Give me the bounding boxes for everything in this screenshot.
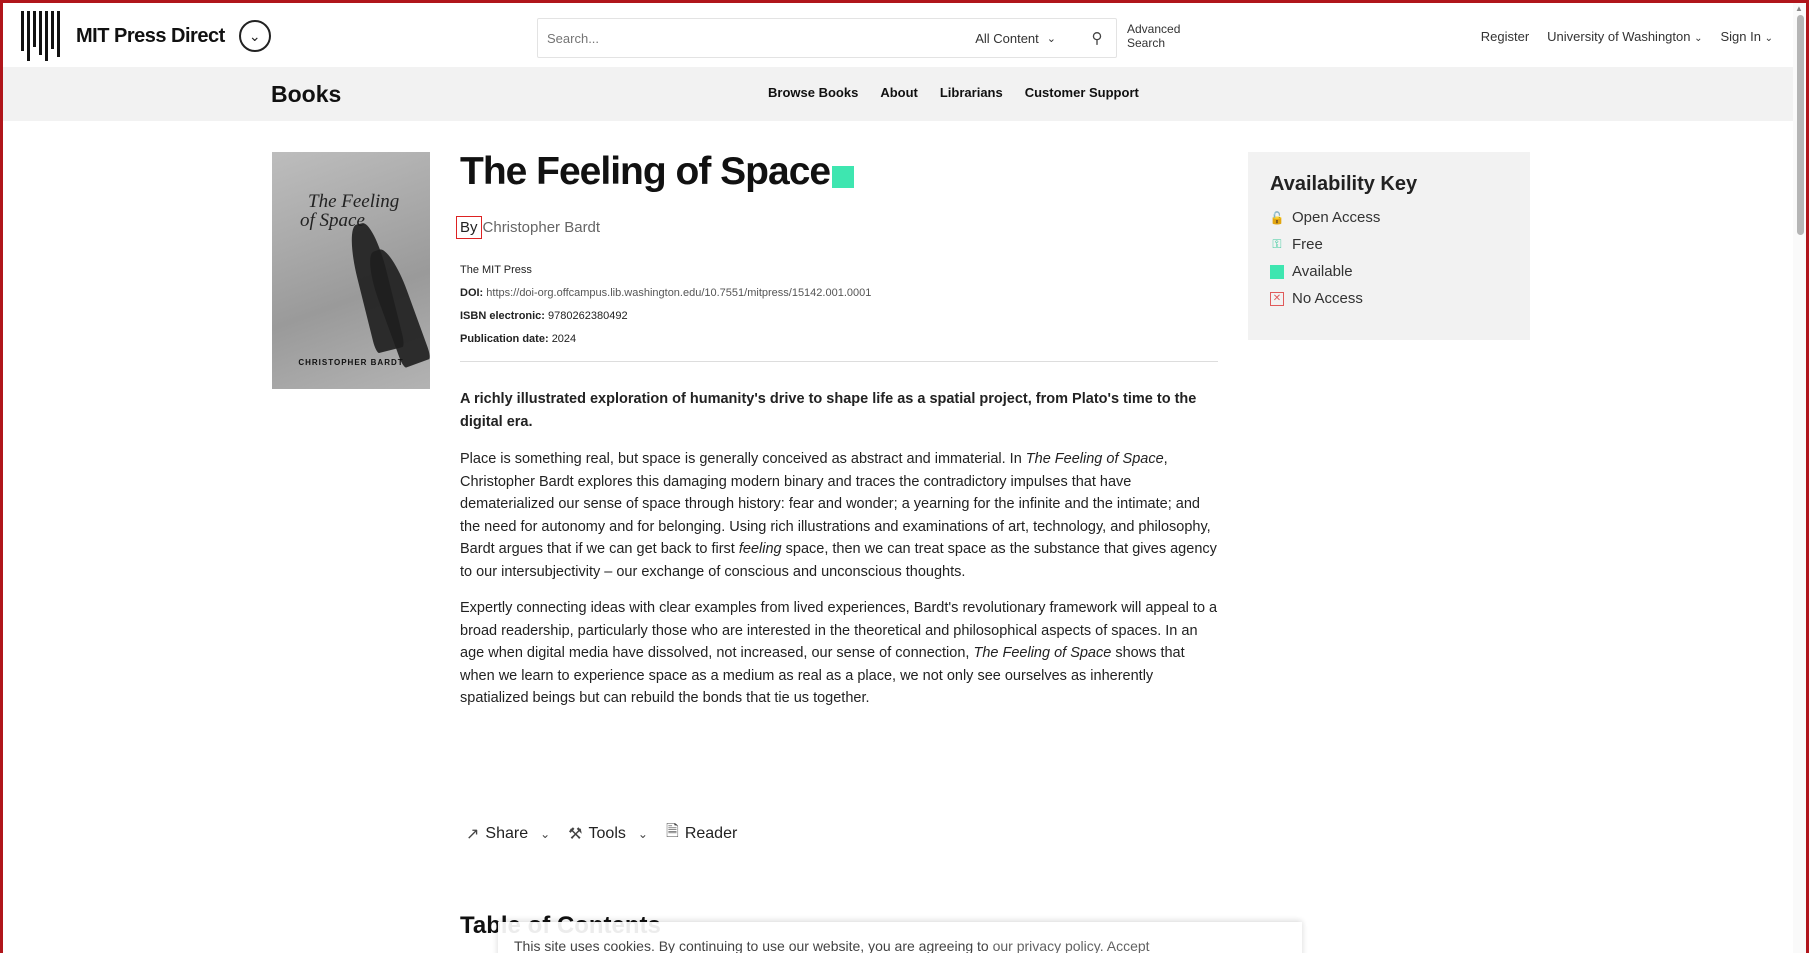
books-nav-links: Browse Books About Librarians Customer S…: [768, 85, 1139, 100]
advanced-search-line2: Search: [1127, 36, 1166, 50]
search-scope-select[interactable]: All Content ⌄: [975, 31, 1056, 46]
book-summary-lead: A richly illustrated exploration of huma…: [460, 391, 1197, 430]
no-access-icon: ✕: [1270, 291, 1284, 306]
isbn-row: ISBN electronic: 9780262380492: [460, 305, 1220, 328]
mit-press-logo-icon: [21, 11, 60, 61]
publisher: The MIT Press: [460, 264, 532, 276]
divider: [460, 361, 1218, 362]
share-icon: ↗: [466, 825, 480, 843]
brand-name: MIT Press Direct: [76, 24, 225, 47]
available-square-icon: [1270, 264, 1284, 279]
institution-label: University of Washington: [1547, 29, 1691, 44]
sign-in-label: Sign In: [1720, 29, 1761, 44]
institution-menu[interactable]: University of Washington ⌄: [1547, 29, 1702, 44]
pubdate-row: Publication date: 2024: [460, 328, 1220, 351]
nav-browse-books[interactable]: Browse Books: [768, 85, 858, 100]
key-available: Available: [1270, 258, 1508, 285]
isbn-value: 9780262380492: [548, 310, 628, 322]
key-label: Open Access: [1292, 209, 1381, 226]
book-actions: ↗ Share ⌄ ⚒ Tools ⌄ 🗎 Reader: [466, 820, 737, 847]
available-status-icon: [832, 166, 855, 188]
key-free: ⚿ Free: [1270, 231, 1508, 258]
section-title[interactable]: Books: [271, 81, 341, 108]
books-nav: Books Browse Books About Librarians Cust…: [3, 67, 1793, 121]
chevron-down-icon: ⌄: [540, 826, 551, 841]
cookie-text: This site uses cookies. By continuing to…: [514, 938, 993, 953]
doi-row: DOI: https://doi-org.offcampus.lib.washi…: [460, 282, 1220, 305]
key-no-access: ✕ No Access: [1270, 285, 1508, 312]
author-link[interactable]: Christopher Bardt: [483, 219, 601, 236]
tools-label: Tools: [588, 824, 626, 842]
wrench-icon: ⚒: [568, 825, 583, 843]
description-title: The Feeling of Space: [1025, 451, 1164, 467]
doi-link[interactable]: https://doi-org.offcampus.lib.washington…: [486, 287, 871, 299]
cover-title-line2: of Space: [300, 210, 365, 231]
reader-label: Reader: [684, 824, 738, 842]
page-title: The Feeling of Space: [460, 150, 1220, 194]
chevron-down-icon: ⌄: [637, 826, 648, 841]
pubdate-label: Publication date:: [460, 333, 549, 345]
share-button[interactable]: ↗ Share ⌄: [466, 824, 550, 844]
search-scope-value: All Content: [975, 30, 1039, 46]
tools-button[interactable]: ⚒ Tools ⌄: [568, 824, 648, 844]
key-label: Free: [1292, 236, 1323, 253]
key-label: No Access: [1292, 290, 1363, 307]
chevron-down-icon: ⌄: [1764, 33, 1773, 44]
cookie-banner: This site uses cookies. By continuing to…: [498, 922, 1302, 953]
cover-title-line1: The Feeling: [308, 191, 400, 212]
share-label: Share: [485, 824, 529, 842]
site-switcher-chevron-icon[interactable]: ⌄: [238, 20, 271, 52]
book-metadata: The MIT Press DOI: https://doi-org.offca…: [460, 259, 1220, 351]
book-cover-image: The Feeling of Space CHRISTOPHER BARDT: [272, 152, 430, 389]
availability-key-title: Availability Key: [1270, 173, 1418, 195]
register-link[interactable]: Register: [1481, 29, 1529, 44]
document-icon: 🗎: [665, 823, 679, 840]
pubdate-value: 2024: [551, 333, 577, 345]
nav-customer-support[interactable]: Customer Support: [1025, 85, 1139, 100]
search-icon[interactable]: ⚲: [1078, 19, 1116, 57]
description-text: Place is something real, but space is ge…: [460, 451, 1026, 467]
reader-button[interactable]: 🗎 Reader: [666, 820, 737, 847]
scrollbar-thumb[interactable]: [1797, 15, 1804, 235]
key-label: Available: [1292, 263, 1353, 280]
privacy-policy-link[interactable]: our privacy policy.: [993, 938, 1104, 953]
byline: By Christopher Bardt: [456, 216, 1220, 239]
advanced-search-link[interactable]: Advanced Search: [1127, 22, 1180, 50]
scroll-up-arrow-icon[interactable]: ▲: [1795, 4, 1803, 13]
nav-about[interactable]: About: [880, 85, 918, 100]
site-logo[interactable]: MIT Press Direct ⌄: [21, 11, 271, 61]
book-description-paragraph: Place is something real, but space is ge…: [460, 448, 1220, 583]
description-emphasis: feeling: [738, 541, 782, 557]
search-bar: All Content ⌄ ⚲: [537, 18, 1117, 58]
book-details: The Feeling of Space By Christopher Bard…: [456, 150, 1220, 710]
availability-key: Availability Key 🔓 Open Access ⚿ Free Av…: [1248, 152, 1530, 340]
cover-title: The Feeling of Space: [300, 192, 399, 230]
cover-author: CHRISTOPHER BARDT: [298, 358, 404, 367]
sign-in-menu[interactable]: Sign In ⌄: [1721, 29, 1774, 44]
chevron-down-icon: ⌄: [1694, 33, 1703, 44]
site-header: MIT Press Direct ⌄ All Content ⌄ ⚲ Advan…: [3, 3, 1793, 67]
description-title: The Feeling of Space: [973, 645, 1112, 661]
book-description-paragraph: Expertly connecting ideas with clear exa…: [460, 597, 1220, 710]
key-icon: ⚿: [1272, 237, 1282, 251]
doi-label: DOI:: [460, 287, 484, 299]
key-open-access: 🔓 Open Access: [1270, 204, 1508, 231]
isbn-label: ISBN electronic:: [460, 310, 545, 322]
nav-librarians[interactable]: Librarians: [940, 85, 1003, 100]
open-lock-icon: 🔓: [1269, 210, 1285, 225]
chevron-down-icon: ⌄: [1046, 32, 1056, 45]
advanced-search-line1: Advanced: [1127, 22, 1181, 36]
by-label: By: [456, 216, 482, 239]
search-input[interactable]: [538, 30, 976, 46]
account-links: Register University of Washington ⌄ Sign…: [1481, 29, 1773, 44]
accept-cookies-button[interactable]: Accept: [1107, 938, 1150, 953]
book-title-text: The Feeling of Space: [460, 150, 831, 193]
page-scrollbar[interactable]: ▲: [1793, 3, 1807, 953]
